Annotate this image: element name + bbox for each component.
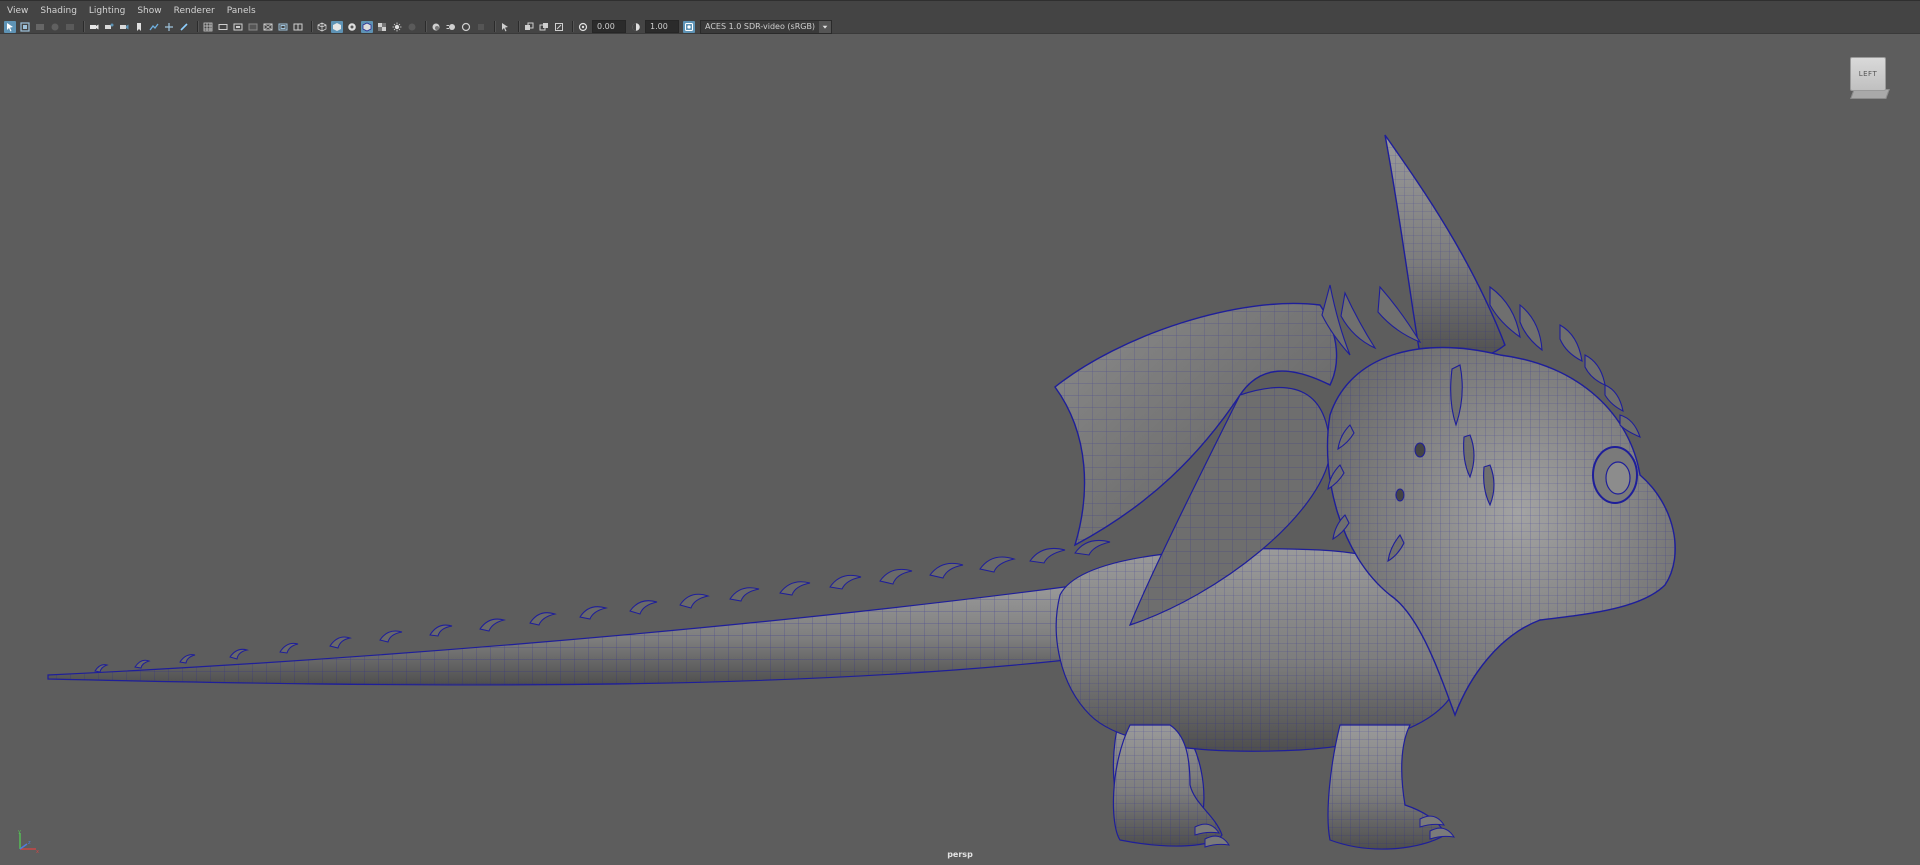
wireframe-on-shaded-icon[interactable] [361, 20, 373, 33]
gate-mask-icon[interactable] [247, 21, 259, 33]
menu-lighting[interactable]: Lighting [89, 1, 125, 21]
maya-viewport-panel: View Shading Lighting Show Renderer Pane… [0, 0, 1920, 865]
camera-icon[interactable] [88, 21, 100, 33]
use-all-lights-icon[interactable] [391, 21, 403, 33]
isolate-select-icon[interactable] [499, 21, 511, 33]
svg-text:z: z [28, 840, 31, 846]
toolbar-separator [197, 21, 198, 32]
textured-icon[interactable] [376, 21, 388, 33]
toolbar-separator [494, 21, 495, 32]
xray-icon[interactable] [523, 21, 535, 33]
select-camera-icon[interactable] [4, 20, 16, 33]
shadows-icon[interactable] [406, 21, 418, 33]
safe-action-icon[interactable] [277, 21, 289, 33]
2d-pan-zoom-icon[interactable] [64, 21, 76, 33]
toolbar-separator [425, 21, 426, 32]
menu-view[interactable]: View [7, 1, 28, 21]
menu-renderer[interactable]: Renderer [174, 1, 215, 21]
view-cube[interactable]: LEFT [1848, 55, 1890, 101]
xray-components-icon[interactable] [553, 21, 565, 33]
exposure-field[interactable]: 0.00 [592, 20, 626, 33]
camera-name-label: persp [947, 850, 973, 859]
3d-viewport[interactable]: LEFT x y z persp [0, 35, 1920, 865]
color-management-icon[interactable] [683, 20, 695, 33]
cheek-bump [1414, 442, 1426, 458]
safe-title-icon[interactable] [292, 21, 304, 33]
toolbar-separator [518, 21, 519, 32]
gamma-icon[interactable] [630, 21, 642, 33]
grid-icon[interactable] [202, 21, 214, 33]
menu-show[interactable]: Show [137, 1, 161, 21]
grease-pencil-icon[interactable] [178, 21, 190, 33]
panel-menu-bar: View Shading Lighting Show Renderer Pane… [0, 0, 1920, 20]
image-plane-icon[interactable] [49, 21, 61, 33]
gamma-field[interactable]: 1.00 [645, 20, 679, 33]
menu-shading[interactable]: Shading [40, 1, 77, 21]
toolbar-separator [311, 21, 312, 32]
default-material-icon[interactable] [346, 21, 358, 33]
image-plane-toggle-icon[interactable] [148, 21, 160, 33]
screen-space-ao-icon[interactable] [430, 21, 442, 33]
2d-pan-icon[interactable] [163, 21, 175, 33]
film-gate-icon[interactable] [217, 21, 229, 33]
field-chart-icon[interactable] [262, 21, 274, 33]
depth-of-field-icon[interactable] [475, 21, 487, 33]
dragon-model[interactable] [0, 35, 1920, 865]
svg-text:y: y [18, 829, 21, 835]
panel-toolbar: 0.00 1.00 ACES 1.0 SDR-video (sRGB) [0, 19, 1920, 34]
camera-lock-icon[interactable] [103, 21, 115, 33]
toolbar-separator [83, 21, 84, 32]
motion-blur-icon[interactable] [445, 21, 457, 33]
xray-joints-icon[interactable] [538, 21, 550, 33]
smooth-shade-icon[interactable] [331, 20, 343, 33]
menu-panels[interactable]: Panels [227, 1, 256, 21]
resolution-gate-icon[interactable] [232, 21, 244, 33]
toolbar-separator [572, 21, 573, 32]
view-transform-dropdown[interactable]: ACES 1.0 SDR-video (sRGB) [700, 19, 832, 34]
chevron-down-icon [819, 20, 831, 33]
bookmarks-icon[interactable] [34, 21, 46, 33]
bookmark-icon[interactable] [133, 21, 145, 33]
wireframe-icon[interactable] [316, 21, 328, 33]
view-cube-face[interactable]: LEFT [1850, 57, 1886, 91]
multisample-aa-icon[interactable] [460, 21, 472, 33]
bookmark-camera-icon[interactable] [118, 21, 130, 33]
view-transform-label: ACES 1.0 SDR-video (sRGB) [705, 21, 816, 31]
camera-attributes-icon[interactable] [19, 21, 31, 33]
exposure-icon[interactable] [577, 21, 589, 33]
